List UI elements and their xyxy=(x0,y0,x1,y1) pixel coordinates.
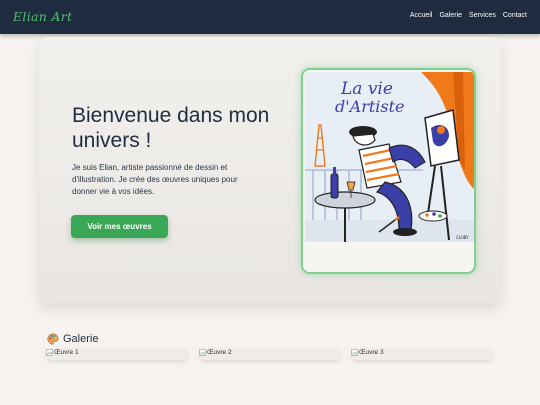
hero-description: Je suis Elian, artiste passionné de dess… xyxy=(72,163,238,196)
gallery-item-alt: Œuvre 3 xyxy=(359,349,384,356)
main-nav: Accueil Galerie Services Contact xyxy=(410,12,527,19)
broken-image-icon xyxy=(199,349,206,356)
gallery-heading: Galerie xyxy=(47,333,98,345)
view-works-button[interactable]: Voir mes œuvres xyxy=(71,215,168,238)
brand-logo[interactable]: Elian Art xyxy=(13,9,72,24)
gallery-item[interactable]: Œuvre 2 xyxy=(199,348,341,360)
artwork-lettering-2: d'Artiste xyxy=(335,97,405,116)
nav-link-services[interactable]: Services xyxy=(469,12,496,19)
artwork-signature: CLUBY xyxy=(456,235,469,240)
hero-section: Bienvenue dans mon univers ! Je suis Eli… xyxy=(39,37,501,303)
hero-title: Bienvenue dans mon univers ! xyxy=(72,104,270,152)
gallery-title: Galerie xyxy=(63,333,99,345)
gallery-item-alt: Œuvre 2 xyxy=(207,349,232,356)
broken-image-icon xyxy=(351,349,358,356)
artist-illustration: La vie d'Artiste CLUBY xyxy=(303,70,474,272)
top-navbar: Elian Art Accueil Galerie Services Conta… xyxy=(0,0,540,34)
nav-link-accueil[interactable]: Accueil xyxy=(410,12,433,19)
palette-icon xyxy=(47,333,59,345)
hero-artwork: La vie d'Artiste CLUBY xyxy=(301,68,476,274)
nav-link-contact[interactable]: Contact xyxy=(503,12,527,19)
nav-link-galerie[interactable]: Galerie xyxy=(439,12,462,19)
gallery-item-alt: Œuvre 1 xyxy=(54,349,79,356)
gallery-item[interactable]: Œuvre 1 xyxy=(46,348,188,360)
gallery-item[interactable]: Œuvre 3 xyxy=(351,348,493,360)
artwork-lettering-1: La vie xyxy=(340,79,393,99)
broken-image-icon xyxy=(46,349,53,356)
